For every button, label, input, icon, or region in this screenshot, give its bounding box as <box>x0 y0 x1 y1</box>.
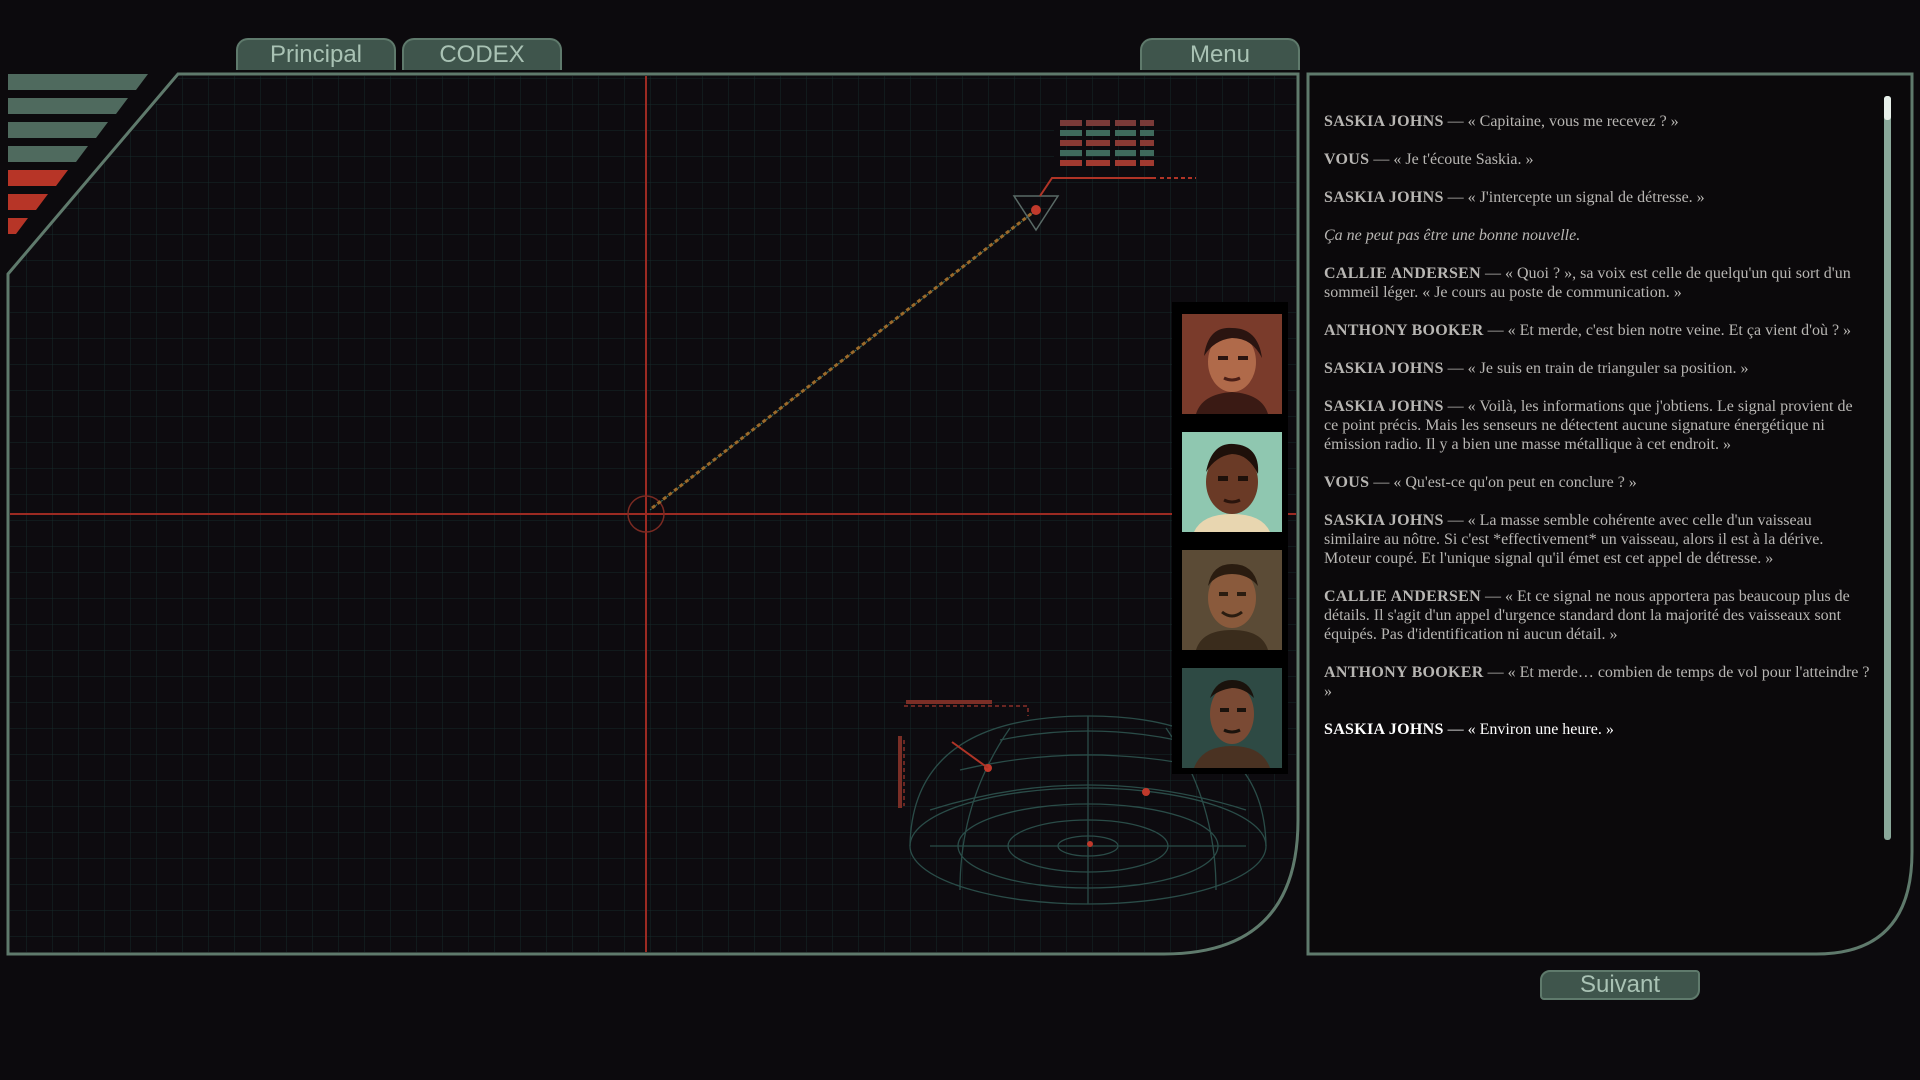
dialogue-line: SASKIA JOHNS — « Capitaine, vous me rece… <box>1324 112 1870 131</box>
dialogue-text: Ça ne peut pas être une bonne nouvelle. <box>1324 227 1581 244</box>
dialogue-speaker: SASKIA JOHNS <box>1324 360 1444 377</box>
dialogue-line: SASKIA JOHNS — « J'intercepte un signal … <box>1324 188 1870 207</box>
crew-portrait-man-icon <box>1182 668 1282 768</box>
dialogue-text: — « Capitaine, vous me recevez ? » <box>1443 113 1679 130</box>
dialogue-speaker: CALLIE ANDERSEN <box>1324 588 1481 605</box>
dialogue-speaker: VOUS <box>1324 151 1370 168</box>
dialogue-line: VOUS — « Qu'est-ce qu'on peut en conclur… <box>1324 473 1870 492</box>
dialogue-speaker: SASKIA JOHNS <box>1324 512 1444 529</box>
target-marker <box>1031 205 1041 215</box>
dialogue-scroll-thumb[interactable] <box>1884 96 1891 120</box>
dialogue-text: — « Je suis en train de trianguler sa po… <box>1443 360 1749 377</box>
dialogue-text: — « J'intercepte un signal de détresse. … <box>1443 189 1705 206</box>
dialogue-line: CALLIE ANDERSEN — « Quoi ? », sa voix es… <box>1324 264 1870 302</box>
dialogue-speaker: SASKIA JOHNS <box>1324 113 1444 130</box>
crew-portrait-4[interactable] <box>1182 668 1282 768</box>
dialogue-line: Ça ne peut pas être une bonne nouvelle. <box>1324 226 1870 245</box>
dialogue-speaker: ANTHONY BOOKER <box>1324 322 1484 339</box>
crew-portrait-woman-icon <box>1182 314 1282 414</box>
dialogue-line: ANTHONY BOOKER — « Et merde… combien de … <box>1324 663 1870 701</box>
dialogue-speaker: SASKIA JOHNS <box>1324 398 1444 415</box>
dialogue-speaker: SASKIA JOHNS <box>1324 189 1444 206</box>
dialogue-log: SASKIA JOHNS — « Capitaine, vous me rece… <box>1324 112 1870 832</box>
dialogue-line: SASKIA JOHNS — « Environ une heure. » <box>1324 720 1870 739</box>
crew-portrait-3[interactable] <box>1182 550 1282 650</box>
dialogue-line: CALLIE ANDERSEN — « Et ce signal ne nous… <box>1324 587 1870 644</box>
dialogue-line: VOUS — « Je t'écoute Saskia. » <box>1324 150 1870 169</box>
dialogue-speaker: ANTHONY BOOKER <box>1324 664 1484 681</box>
crew-portrait-man-icon <box>1182 550 1282 650</box>
dialogue-text: — « Je t'écoute Saskia. » <box>1369 151 1534 168</box>
dialogue-line: SASKIA JOHNS — « Voilà, les informations… <box>1324 397 1870 454</box>
dialogue-text: — « Environ une heure. » <box>1443 721 1614 738</box>
dialogue-speaker: VOUS <box>1324 474 1370 491</box>
crew-portrait-1[interactable] <box>1182 314 1282 414</box>
dialogue-line: SASKIA JOHNS — « La masse semble cohéren… <box>1324 511 1870 568</box>
dialogue-line: SASKIA JOHNS — « Je suis en train de tri… <box>1324 359 1870 378</box>
dialogue-speaker: CALLIE ANDERSEN <box>1324 265 1481 282</box>
crew-portrait-2[interactable] <box>1182 432 1282 532</box>
dialogue-line: ANTHONY BOOKER — « Et merde, c'est bien … <box>1324 321 1870 340</box>
crew-portrait-woman-icon <box>1182 432 1282 532</box>
star-map <box>6 72 1300 956</box>
dialogue-text: — « Et merde, c'est bien notre veine. Et… <box>1483 322 1852 339</box>
next-button[interactable]: Suivant <box>1540 970 1700 1000</box>
dialogue-text: — « Qu'est-ce qu'on peut en conclure ? » <box>1369 474 1637 491</box>
crew-portraits <box>1172 302 1288 774</box>
dialogue-scrollbar[interactable] <box>1884 96 1891 840</box>
dialogue-speaker: SASKIA JOHNS <box>1324 721 1444 738</box>
